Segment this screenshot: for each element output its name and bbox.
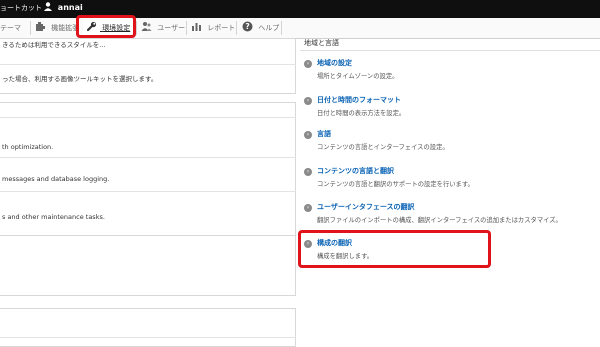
chevron-right-icon: › [304, 131, 312, 139]
section-title-regional: 地域と言語 [304, 39, 339, 47]
row-divider [0, 117, 296, 118]
toolbar-divider [236, 21, 237, 35]
highlight-configuration-translation [298, 230, 491, 268]
panel-text: った場合、利用する画像ツールキットを選択します。 [2, 75, 158, 83]
toolbar-label: ヘルプ [258, 24, 280, 32]
config-link[interactable]: 日付と時間のフォーマット [317, 95, 401, 105]
toolbar-divider [136, 21, 137, 35]
panel-text: s and other maintenance tasks. [2, 213, 105, 221]
toolbar-item-extend[interactable]: 機能拡張 [35, 18, 79, 38]
chevron-right-icon: › [304, 60, 312, 68]
chevron-right-icon: › [304, 97, 312, 105]
toolbar-label: レポート [207, 24, 236, 32]
config-link[interactable]: 地域の設定 [317, 58, 352, 68]
row-divider [0, 157, 296, 158]
config-description: 翻訳ファイルのインポートの構成、翻訳インターフェイスの追加またはカスタマイズ。 [317, 217, 562, 224]
toolbar-item-people[interactable]: ユーザー [141, 18, 185, 38]
toolbar-item-help[interactable]: ? ヘルプ [242, 18, 279, 38]
puzzle-icon [36, 22, 45, 31]
panel-text: きるためは利用できるスタイルを... [2, 41, 106, 49]
user-menu[interactable]: annai [44, 2, 83, 12]
config-link[interactable]: コンテンツの言語と翻訳 [317, 166, 394, 176]
toolbar-divider [30, 21, 31, 35]
config-description: 場所とタイムゾーンの設定。 [317, 73, 399, 80]
toolbar-label: ユーザー [157, 24, 186, 32]
left-panel-bottom [0, 308, 296, 347]
help-icon: ? [242, 21, 253, 32]
row-divider [0, 64, 296, 65]
left-panel-development: th optimization. messages and database l… [0, 102, 296, 236]
chevron-right-icon: › [304, 204, 312, 212]
toolbar-divider [186, 21, 187, 35]
panel-text: messages and database logging. [2, 175, 110, 183]
config-link[interactable]: ユーザーインタフェースの翻訳 [317, 202, 415, 212]
bar-chart-icon [192, 23, 201, 31]
user-icon [44, 2, 52, 11]
toolbar-item-appearance[interactable]: テーマ [0, 18, 21, 38]
svg-text:?: ? [245, 22, 249, 31]
config-description: 日付と時間の表示方法を設定。 [317, 110, 406, 117]
highlight-configuration-tab [76, 15, 136, 38]
shortcuts-link[interactable]: ョートカット [0, 3, 42, 13]
row-divider [0, 191, 296, 192]
chevron-right-icon: › [304, 168, 312, 176]
toolbar-item-reports[interactable]: レポート [191, 18, 235, 38]
left-panel-media: きるためは利用できるスタイルを... った場合、利用する画像ツールキットを選択し… [0, 38, 296, 94]
users-icon [141, 22, 152, 31]
config-description: コンテンツの言語とインターフェイスの設定。 [317, 144, 449, 151]
row-divider [0, 337, 296, 338]
user-name: annai [57, 3, 83, 12]
toolbar-divider [281, 21, 282, 35]
config-description: コンテンツの言語と翻訳のサポートの設定を行います。 [317, 181, 474, 188]
left-panel-misc [0, 236, 296, 296]
toolbar-label: テーマ [0, 24, 21, 32]
config-link[interactable]: 言語 [317, 129, 331, 139]
panel-text: th optimization. [2, 143, 54, 151]
